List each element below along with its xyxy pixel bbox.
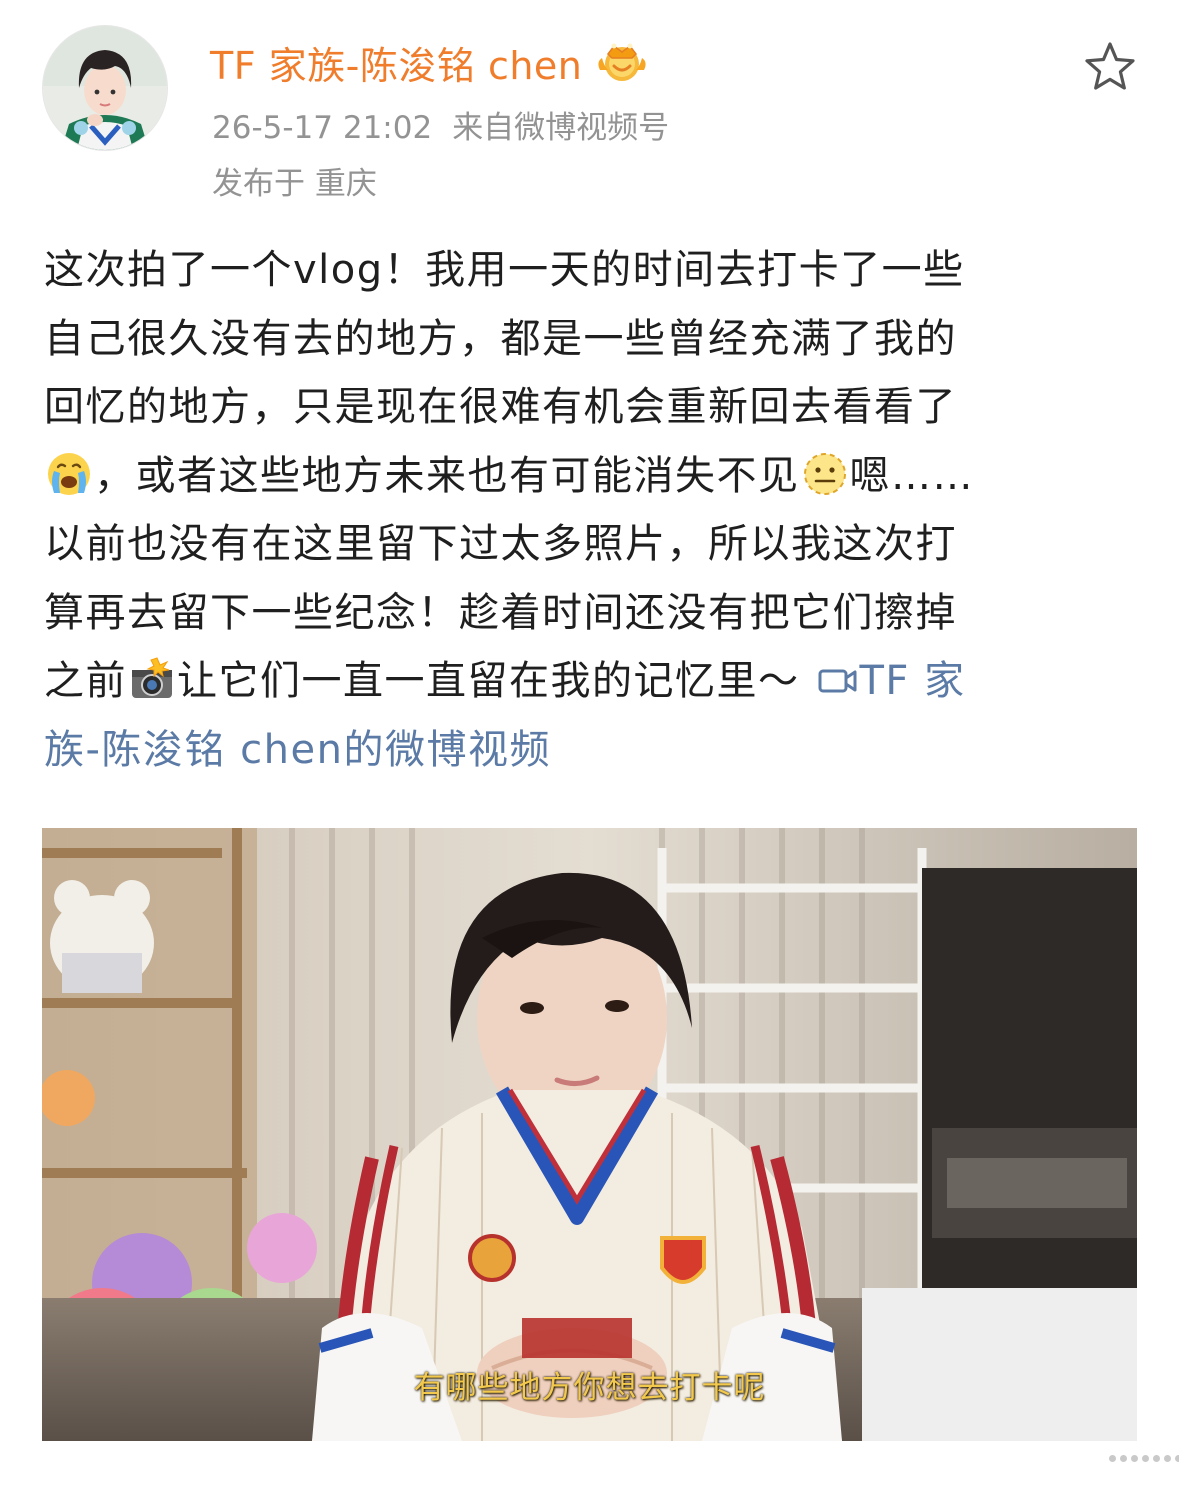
- post-text-line: 之前 让它们一直一直留在我的记忆里～ TF 家: [44, 647, 1144, 716]
- post-text-segment: 之前: [44, 658, 127, 704]
- crown-badge-icon[interactable]: [594, 40, 650, 84]
- video-player[interactable]: 有哪些地方你想去打卡呢: [42, 828, 1137, 1441]
- avatar-icon: [43, 26, 167, 150]
- video-link-text[interactable]: TF 家: [860, 658, 966, 704]
- author-row: TF 家族-陈浚铭 chen: [210, 34, 650, 90]
- video-icon: [818, 669, 856, 693]
- post-text-segment: 让它们一直一直留在我的记忆里～: [177, 658, 800, 704]
- camera-flash-emoji: [132, 657, 172, 698]
- post-source[interactable]: 来自微博视频号: [452, 110, 669, 146]
- post-text-line: 自己很久没有去的地方，都是一些曾经充满了我的: [44, 315, 957, 362]
- post-meta: 26-5-17 21:02 来自微博视频号: [212, 102, 669, 147]
- post-text-line: 以前也没有在这里留下过太多照片，所以我这次打: [44, 521, 957, 567]
- video-subtitle: 有哪些地方你想去打卡呢: [413, 1370, 766, 1406]
- post-text-line: 算再去留下一些纪念！趁着时间还没有把它们擦掉: [44, 589, 957, 636]
- post-text-line: 回忆的地方，只是现在很难有机会重新回去看看了: [44, 384, 957, 430]
- more-options-icon[interactable]: [1105, 1446, 1179, 1470]
- post-text-segment: 嗯……: [849, 452, 974, 499]
- post-timestamp: 26-5-17 21:02: [212, 110, 433, 146]
- post-text-segment: ，或者这些地方未来也有可能消失不见: [94, 452, 800, 499]
- video-thumbnail: [42, 828, 1137, 1441]
- video-link-continued[interactable]: 族-陈浚铭 chen的微博视频: [44, 716, 1144, 785]
- post-content: 这次拍了一个vlog！我用一天的时间去打卡了一些 自己很久没有去的地方，都是一些…: [44, 236, 1144, 784]
- neutral-face-emoji: [803, 452, 846, 495]
- star-outline-icon[interactable]: [1082, 40, 1138, 94]
- post-text-line: 这次拍了一个vlog！我用一天的时间去打卡了一些: [44, 247, 965, 293]
- avatar[interactable]: [42, 25, 168, 151]
- post-text-line: ，或者这些地方未来也有可能消失不见 嗯……: [44, 442, 1144, 511]
- author-username[interactable]: TF 家族-陈浚铭 chen: [210, 35, 582, 90]
- post-location: 发布于 重庆: [212, 166, 377, 202]
- crying-face-emoji: [48, 452, 90, 495]
- video-link[interactable]: TF 家: [800, 658, 966, 704]
